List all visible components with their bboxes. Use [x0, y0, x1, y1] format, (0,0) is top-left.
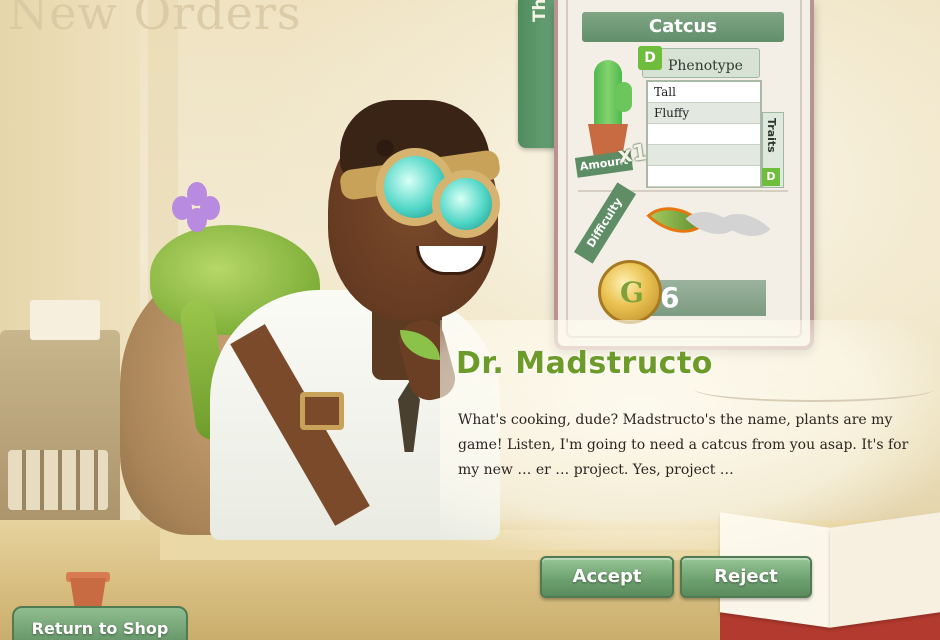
- background-title: New Orders: [8, 0, 302, 40]
- trait-row: Tall: [648, 82, 760, 103]
- traits-dna-icon[interactable]: D: [762, 168, 780, 186]
- plant-name-banner: Catcus: [582, 12, 784, 42]
- trait-row: [648, 166, 760, 187]
- strap-buckle: [300, 392, 344, 430]
- catcus-arm: [616, 82, 632, 112]
- amount-value: x1: [616, 140, 650, 169]
- card-divider: [578, 190, 788, 192]
- reject-button[interactable]: Reject: [680, 556, 812, 598]
- trait-row: Fluffy: [648, 103, 760, 124]
- purple-flower: [172, 182, 222, 232]
- coin-letter: G: [620, 276, 644, 309]
- flower-pot-icon: [62, 560, 112, 612]
- decorative-swirl: [694, 376, 934, 402]
- trait-list: Tall Fluffy: [646, 80, 762, 188]
- goggle-lens-right: [432, 170, 500, 238]
- phenotype-dna-icon: D: [638, 46, 662, 70]
- reward-value: 6: [660, 281, 680, 314]
- traits-tab-label: Traits: [765, 118, 778, 153]
- trait-row: [648, 124, 760, 145]
- cash-register: [0, 300, 120, 540]
- dialogue-text: What's cooking, dude? Madstructo's the n…: [458, 412, 909, 478]
- register-keys: [8, 450, 108, 510]
- trait-row: [648, 145, 760, 166]
- order-card: Catcus Amount x1 D Phenotype Tall Fluffy…: [554, 0, 814, 350]
- speaker-name: Dr. Madstructo: [456, 346, 713, 381]
- phenotype-title: Phenotype: [668, 58, 743, 74]
- accept-button[interactable]: Accept: [540, 556, 674, 598]
- return-to-shop-button[interactable]: Return to Shop: [12, 606, 188, 640]
- game-scene: New Orders The Order Catcus Amount x1: [0, 0, 940, 640]
- register-paper: [30, 300, 100, 340]
